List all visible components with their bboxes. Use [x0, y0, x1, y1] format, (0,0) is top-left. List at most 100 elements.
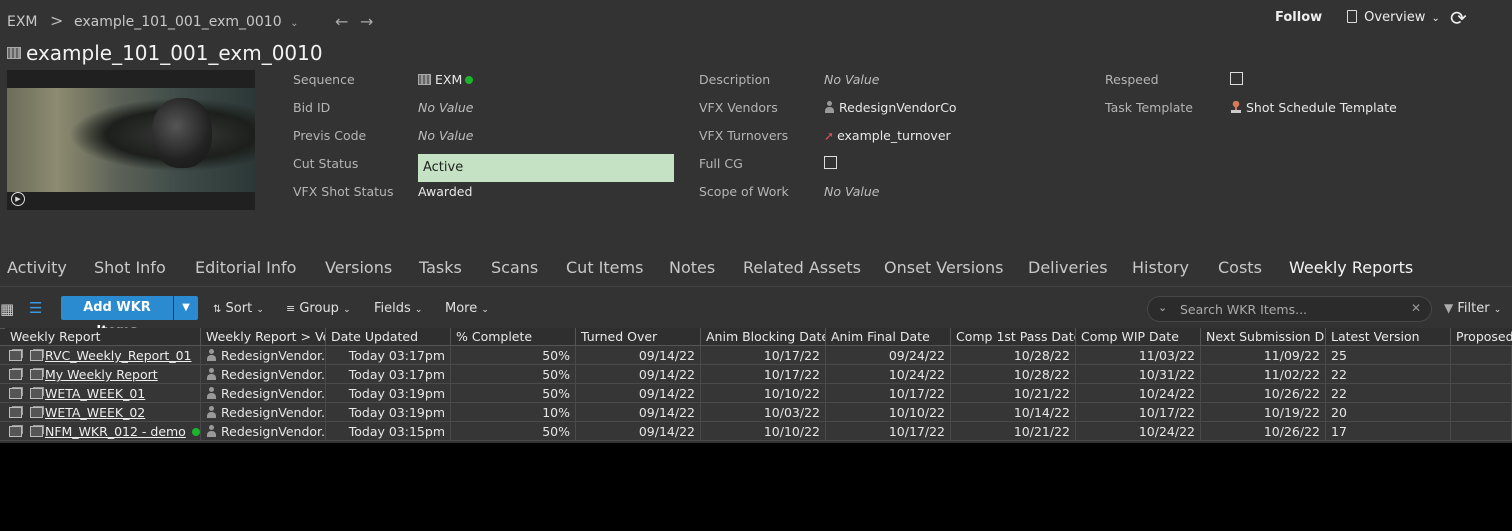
- table-cell[interactable]: Today 03:19pm: [326, 403, 451, 422]
- vfx-vendors-value[interactable]: RedesignVendorCo: [824, 100, 957, 115]
- table-cell[interactable]: WETA_WEEK_02: [5, 403, 201, 422]
- table-cell[interactable]: 09/14/22: [576, 422, 701, 441]
- table-cell[interactable]: 10/17/22: [826, 384, 951, 403]
- table-cell[interactable]: [1451, 346, 1512, 365]
- more-menu[interactable]: More ⌄: [445, 301, 489, 316]
- weekly-report-link[interactable]: RVC_Weekly_Report_01: [45, 348, 192, 363]
- table-cell[interactable]: 25: [1326, 346, 1451, 365]
- table-cell[interactable]: RVC_Weekly_Report_01: [5, 346, 201, 365]
- tab-onset-versions[interactable]: Onset Versions: [884, 258, 1003, 277]
- table-cell[interactable]: 10%: [451, 403, 576, 422]
- table-cell[interactable]: 50%: [451, 422, 576, 441]
- weekly-report-link[interactable]: WETA_WEEK_01: [45, 386, 145, 401]
- tab-scans[interactable]: Scans: [491, 258, 538, 277]
- column-header[interactable]: Next Submission D...: [1201, 328, 1326, 345]
- table-row[interactable]: WETA_WEEK_01 RedesignVendor... Today 03:19…: [0, 384, 1512, 403]
- description-value[interactable]: No Value: [824, 72, 879, 87]
- table-cell[interactable]: [1451, 422, 1512, 441]
- table-cell[interactable]: 09/14/22: [576, 346, 701, 365]
- table-cell[interactable]: 10/14/22: [951, 403, 1076, 422]
- table-cell[interactable]: 10/21/22: [951, 422, 1076, 441]
- table-cell[interactable]: 09/14/22: [576, 384, 701, 403]
- table-cell[interactable]: WETA_WEEK_01: [5, 384, 201, 403]
- tab-deliveries[interactable]: Deliveries: [1028, 258, 1108, 277]
- table-cell[interactable]: 17: [1326, 422, 1451, 441]
- table-cell[interactable]: Today 03:15pm: [326, 422, 451, 441]
- table-cell[interactable]: 10/28/22: [951, 365, 1076, 384]
- table-cell[interactable]: 50%: [451, 365, 576, 384]
- add-options-chevron-icon[interactable]: ▼: [174, 296, 198, 320]
- tab-versions[interactable]: Versions: [325, 258, 392, 277]
- table-cell[interactable]: 50%: [451, 384, 576, 403]
- forward-arrow-icon[interactable]: →: [360, 12, 373, 31]
- task-template-value[interactable]: Shot Schedule Template: [1230, 100, 1397, 115]
- table-cell[interactable]: 10/26/22: [1201, 384, 1326, 403]
- tab-history[interactable]: History: [1132, 258, 1189, 277]
- table-cell[interactable]: 10/28/22: [951, 346, 1076, 365]
- table-cell[interactable]: 10/19/22: [1201, 403, 1326, 422]
- column-header[interactable]: Latest Version: [1326, 328, 1451, 345]
- tab-tasks[interactable]: Tasks: [419, 258, 462, 277]
- table-cell[interactable]: 09/14/22: [576, 403, 701, 422]
- refresh-icon[interactable]: ⟳: [1450, 6, 1467, 30]
- search-input[interactable]: [1180, 300, 1405, 318]
- column-header[interactable]: Weekly Report > Ve...: [201, 328, 326, 345]
- tab-costs[interactable]: Costs: [1218, 258, 1262, 277]
- table-cell[interactable]: 09/24/22: [826, 346, 951, 365]
- table-cell[interactable]: 10/24/22: [826, 365, 951, 384]
- table-cell[interactable]: 11/02/22: [1201, 365, 1326, 384]
- scope-of-work-value[interactable]: No Value: [824, 184, 879, 199]
- table-cell[interactable]: 20: [1326, 403, 1451, 422]
- table-cell[interactable]: RedesignVendor...: [201, 422, 326, 441]
- column-header[interactable]: Anim Blocking Date: [701, 328, 826, 345]
- table-row[interactable]: RVC_Weekly_Report_01 RedesignVendor... Tod…: [0, 346, 1512, 365]
- tab-weekly-reports[interactable]: Weekly Reports: [1289, 258, 1413, 277]
- table-cell[interactable]: 10/17/22: [701, 346, 826, 365]
- vfx-shot-status-value[interactable]: Awarded: [418, 184, 472, 199]
- table-cell[interactable]: 10/10/22: [701, 384, 826, 403]
- follow-button[interactable]: Follow: [1275, 10, 1322, 25]
- weekly-report-link[interactable]: WETA_WEEK_02: [45, 405, 145, 420]
- table-row[interactable]: NFM_WKR_012 - demo RedesignVendor... Today…: [0, 422, 1512, 441]
- column-header[interactable]: Proposed: [1451, 328, 1512, 345]
- table-cell[interactable]: 22: [1326, 384, 1451, 403]
- back-arrow-icon[interactable]: ←: [335, 12, 348, 31]
- bid-id-value[interactable]: No Value: [418, 100, 473, 115]
- tab-related-assets[interactable]: Related Assets: [743, 258, 861, 277]
- table-cell[interactable]: 10/24/22: [1076, 422, 1201, 441]
- column-header[interactable]: Anim Final Date: [826, 328, 951, 345]
- table-cell[interactable]: 10/21/22: [951, 384, 1076, 403]
- grid-view-icon[interactable]: ▦: [0, 300, 14, 318]
- column-header[interactable]: Comp WIP Date: [1076, 328, 1201, 345]
- tab-shot-info[interactable]: Shot Info: [94, 258, 166, 277]
- table-cell[interactable]: [1451, 403, 1512, 422]
- column-header[interactable]: % Complete: [451, 328, 576, 345]
- table-cell[interactable]: 09/14/22: [576, 365, 701, 384]
- tab-editorial-info[interactable]: Editorial Info: [195, 258, 296, 277]
- table-cell[interactable]: 10/24/22: [1076, 384, 1201, 403]
- table-cell[interactable]: Today 03:17pm: [326, 365, 451, 384]
- column-header[interactable]: Weekly Report: [5, 328, 201, 345]
- weekly-report-link[interactable]: My Weekly Report: [45, 367, 158, 382]
- play-icon[interactable]: ▶: [11, 192, 25, 206]
- table-cell[interactable]: My Weekly Report: [5, 365, 201, 384]
- sequence-value[interactable]: EXM: [418, 72, 474, 87]
- table-cell[interactable]: 10/10/22: [701, 422, 826, 441]
- add-wkr-items-button[interactable]: Add WKR Items: [61, 296, 173, 339]
- column-header[interactable]: Turned Over: [576, 328, 701, 345]
- overview-menu[interactable]: Overview ⌄: [1347, 10, 1440, 25]
- table-cell[interactable]: RedesignVendor...: [201, 403, 326, 422]
- full-cg-checkbox[interactable]: [824, 156, 837, 169]
- table-cell[interactable]: 10/17/22: [701, 365, 826, 384]
- table-cell[interactable]: 11/09/22: [1201, 346, 1326, 365]
- table-cell[interactable]: 22: [1326, 365, 1451, 384]
- table-cell[interactable]: NFM_WKR_012 - demo: [5, 422, 201, 441]
- search-box[interactable]: ⌄ ✕: [1147, 296, 1432, 322]
- table-cell[interactable]: Today 03:19pm: [326, 384, 451, 403]
- filter-menu[interactable]: ▼ Filter ⌄: [1444, 301, 1501, 316]
- list-view-icon[interactable]: ☰: [29, 299, 42, 317]
- table-cell[interactable]: RedesignVendor...: [201, 346, 326, 365]
- chevron-down-icon[interactable]: ⌄: [1158, 301, 1167, 314]
- sort-menu[interactable]: ⇅ Sort ⌄: [213, 301, 264, 316]
- breadcrumb-project[interactable]: EXM: [7, 14, 38, 32]
